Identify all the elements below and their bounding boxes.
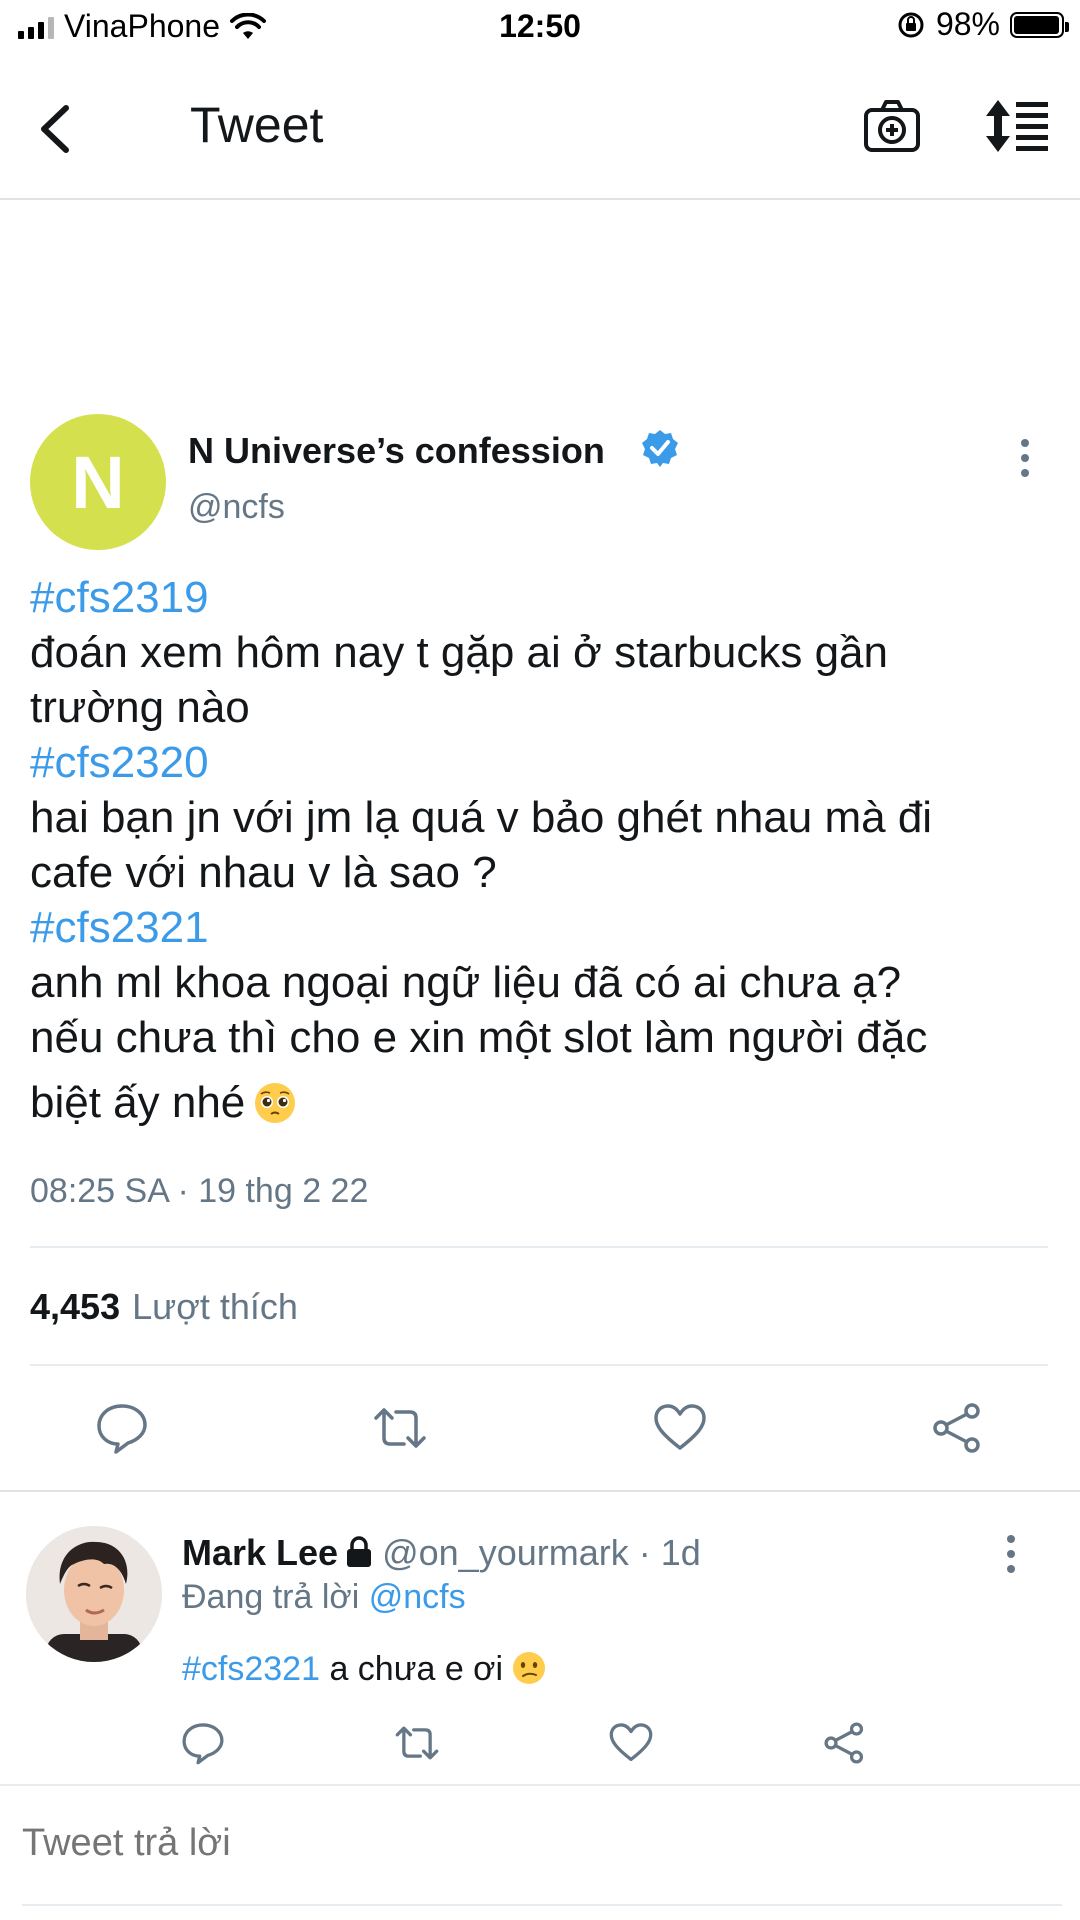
- battery-fill: [1014, 15, 1060, 34]
- retweet-icon[interactable]: [372, 1400, 428, 1456]
- sort-icon[interactable]: [984, 98, 1050, 154]
- tweet-line: #cfs2320: [30, 735, 1060, 790]
- hashtag-link[interactable]: #cfs2321: [30, 903, 209, 952]
- reply-like-icon[interactable]: [608, 1720, 654, 1766]
- replying-to: Đang trả lời @ncfs: [182, 1578, 466, 1617]
- reply-retweet-icon[interactable]: [394, 1720, 440, 1766]
- battery-icon: [1010, 11, 1069, 38]
- tweet-line: #cfs2319: [30, 570, 1060, 625]
- protected-lock-icon: [347, 1536, 372, 1567]
- author-avatar[interactable]: N: [30, 414, 166, 550]
- section-divider: [0, 1490, 1080, 1492]
- author-handle[interactable]: @ncfs: [188, 488, 285, 527]
- reply-compose-input[interactable]: [22, 1822, 1022, 1865]
- back-arrow-icon[interactable]: [30, 96, 86, 162]
- more-options-icon[interactable]: [1010, 436, 1040, 480]
- tweet-line: biệt ấy nhé: [30, 1075, 1060, 1130]
- tweet-timestamp: 08:25 SA · 19 thg 2 22: [30, 1172, 369, 1210]
- reply-handle-time[interactable]: @on_yourmark · 1d: [382, 1532, 701, 1573]
- divider: [30, 1246, 1048, 1248]
- camera-plus-icon[interactable]: [862, 96, 922, 156]
- tweet-line: nếu chưa thì cho e xin một slot làm ngườ…: [30, 1013, 928, 1062]
- status-right: 98%: [896, 6, 1069, 43]
- tweet-line-text: biệt ấy nhé: [30, 1078, 246, 1127]
- likes-label: Lượt thích: [132, 1286, 298, 1327]
- reply-avatar-image: [26, 1526, 162, 1662]
- reply-share-icon[interactable]: [822, 1720, 868, 1766]
- rotation-lock-icon: [898, 12, 924, 37]
- reply-body: #cfs2321 a chưa e ơi: [182, 1650, 547, 1689]
- likes-count: 4,453: [30, 1286, 121, 1327]
- tweet-body: #cfs2319 đoán xem hôm nay t gặp ai ở sta…: [30, 570, 1060, 1130]
- tweet-line: trường nào: [30, 683, 250, 732]
- page-title: Tweet: [190, 97, 324, 153]
- author-name[interactable]: N Universe’s confession: [188, 430, 605, 472]
- likes-summary[interactable]: 4,453 Lượt thích: [30, 1286, 298, 1328]
- replying-label: Đang trả lời: [182, 1578, 360, 1616]
- reply-author-name[interactable]: Mark Lee: [182, 1532, 338, 1573]
- pleading-face-emoji-icon: [255, 1083, 296, 1123]
- tweet-line: hai bạn jn với jm lạ quá v bảo ghét nhau…: [30, 793, 933, 842]
- top-nav: Tweet: [0, 60, 1080, 200]
- share-icon[interactable]: [930, 1400, 986, 1456]
- tweet-line: #cfs2321: [30, 900, 1060, 955]
- verified-badge-icon: [642, 430, 678, 467]
- divider: [30, 1364, 1048, 1366]
- tweet-detail-screen: VinaPhone 12:50 98% Tweet N N Universe’s…: [0, 0, 1080, 1920]
- reply-header: Mark Lee @on_yourmark · 1d: [182, 1532, 701, 1574]
- compose-divider: [0, 1784, 1080, 1786]
- reply-icon[interactable]: [94, 1400, 150, 1456]
- hashtag-link[interactable]: #cfs2321: [182, 1650, 320, 1688]
- reply-avatar[interactable]: [26, 1526, 162, 1662]
- battery-percent: 98%: [935, 6, 1000, 42]
- tweet-line: đoán xem hôm nay t gặp ai ở starbucks gầ…: [30, 628, 888, 677]
- tweet-line: anh ml khoa ngoại ngữ liệu đã có ai chưa…: [30, 958, 902, 1007]
- hashtag-link[interactable]: #cfs2320: [30, 738, 209, 787]
- replying-mention-link[interactable]: @ncfs: [369, 1578, 466, 1616]
- hashtag-link[interactable]: #cfs2319: [30, 573, 209, 622]
- like-icon[interactable]: [652, 1400, 708, 1456]
- tweet-line: cafe với nhau v là sao ?: [30, 848, 497, 897]
- status-bar: VinaPhone 12:50 98%: [0, 0, 1080, 60]
- reply-reply-icon[interactable]: [180, 1720, 226, 1766]
- compose-underline: [22, 1904, 1062, 1906]
- reply-text: a chưa e ơi: [320, 1650, 504, 1688]
- reply-more-options-icon[interactable]: [996, 1532, 1026, 1576]
- confused-face-emoji-icon: [513, 1652, 546, 1684]
